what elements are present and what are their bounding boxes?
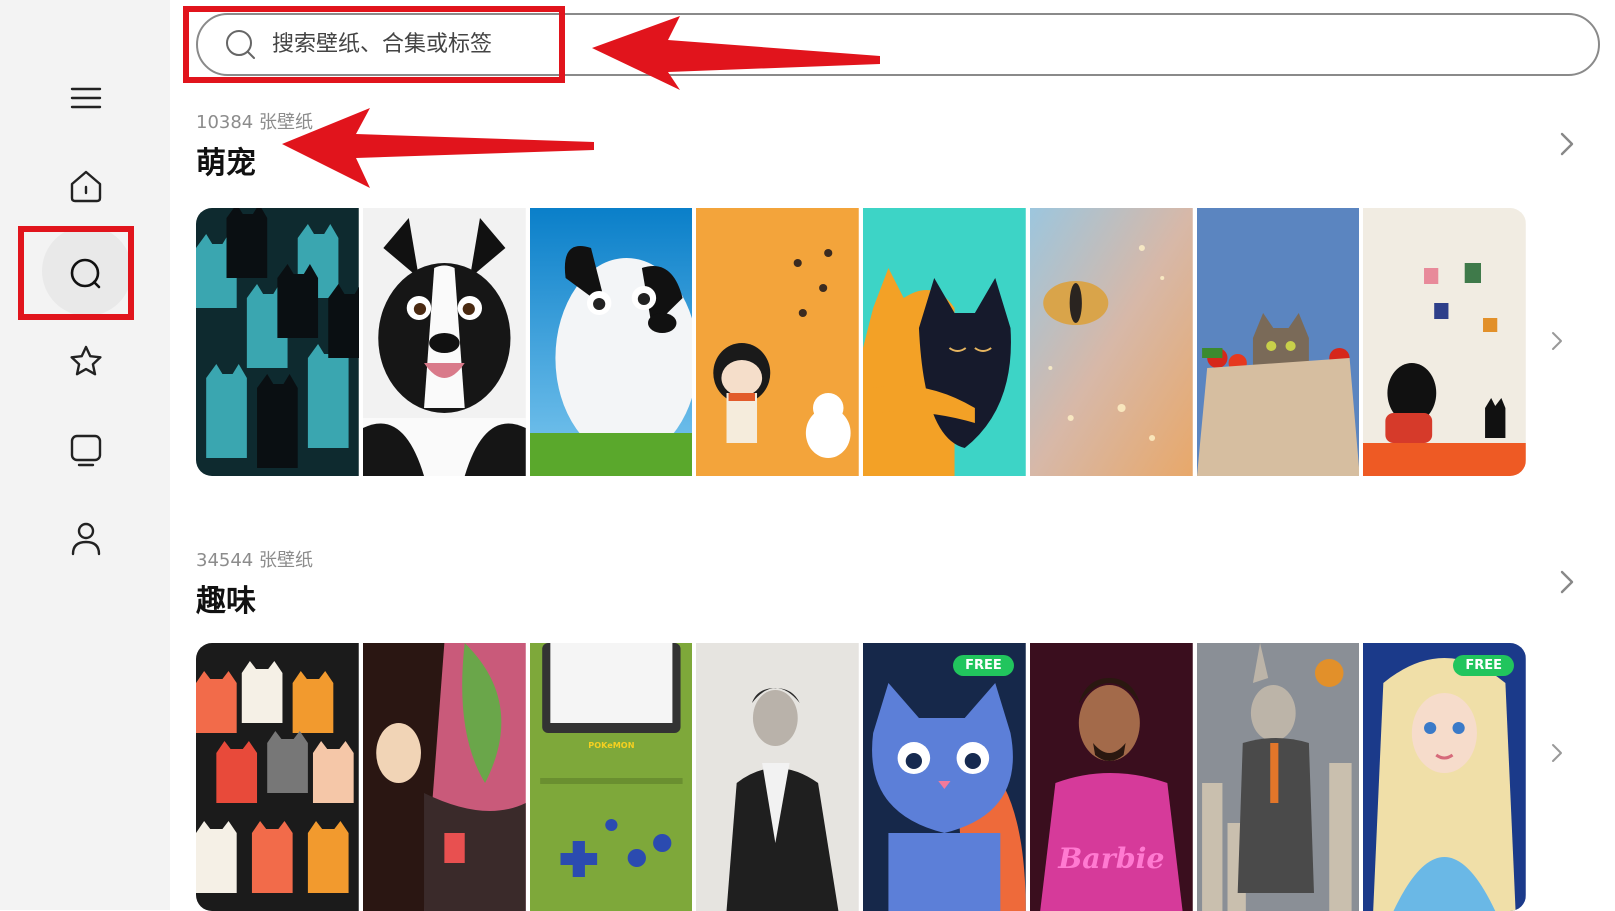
home-icon — [70, 170, 102, 203]
wallpaper-thumbnail[interactable] — [1363, 208, 1526, 476]
search-icon — [226, 29, 255, 59]
wallpaper-thumbnail[interactable] — [696, 643, 859, 911]
nav-favorites[interactable] — [58, 334, 114, 390]
free-badge: FREE — [1453, 655, 1514, 676]
wallpaper-thumbnail[interactable] — [362, 643, 526, 911]
search-input[interactable] — [270, 31, 874, 58]
annotation-arrow-icon — [282, 108, 594, 188]
nav-device[interactable] — [58, 422, 114, 478]
menu-button[interactable] — [58, 70, 114, 126]
tablet-icon — [70, 434, 102, 467]
wallpaper-thumbnail[interactable] — [529, 208, 693, 476]
chevron-right-icon[interactable] — [1553, 130, 1581, 158]
chevron-right-icon[interactable] — [1553, 568, 1581, 596]
wallpaper-thumbnail[interactable] — [1196, 643, 1360, 911]
wallpaper-thumbnail[interactable] — [196, 643, 359, 911]
wallpaper-row — [196, 208, 1526, 476]
nav-search[interactable] — [42, 226, 132, 316]
nav-profile[interactable] — [58, 510, 114, 566]
wallpaper-thumbnail[interactable] — [1029, 208, 1193, 476]
section-title[interactable]: 趣味 — [196, 576, 256, 620]
nav-home[interactable] — [58, 158, 114, 214]
search-bar[interactable] — [196, 13, 1600, 76]
wallpaper-thumbnail[interactable] — [863, 208, 1026, 476]
menu-icon — [70, 87, 102, 109]
sidebar — [0, 0, 170, 910]
chevron-right-icon[interactable] — [1546, 330, 1568, 352]
free-badge: FREE — [953, 655, 1014, 676]
section-count: 10384 张壁纸 — [196, 112, 313, 133]
wallpaper-thumbnail[interactable]: Barbie — [1029, 643, 1193, 911]
wallpaper-thumbnail[interactable] — [1196, 208, 1360, 476]
chevron-right-icon[interactable] — [1546, 742, 1568, 764]
star-icon — [70, 345, 102, 376]
search-icon — [70, 258, 101, 289]
wallpaper-thumbnail[interactable]: POKeMON — [529, 643, 693, 911]
svg-text:Barbie: Barbie — [1057, 841, 1164, 875]
wallpaper-thumbnail[interactable]: FREE — [863, 643, 1026, 911]
wallpaper-thumbnail[interactable] — [362, 208, 526, 476]
wallpaper-thumbnail[interactable]: FREE — [1363, 643, 1526, 911]
section-count: 34544 张壁纸 — [196, 550, 313, 571]
wallpaper-thumbnail[interactable] — [696, 208, 859, 476]
person-icon — [71, 522, 101, 556]
section-title[interactable]: 萌宠 — [196, 138, 256, 182]
wallpaper-thumbnail[interactable] — [196, 208, 359, 476]
wallpaper-row: POKeMON FREE Barbie FREE — [196, 643, 1526, 911]
svg-text:POKeMON: POKeMON — [588, 741, 634, 750]
